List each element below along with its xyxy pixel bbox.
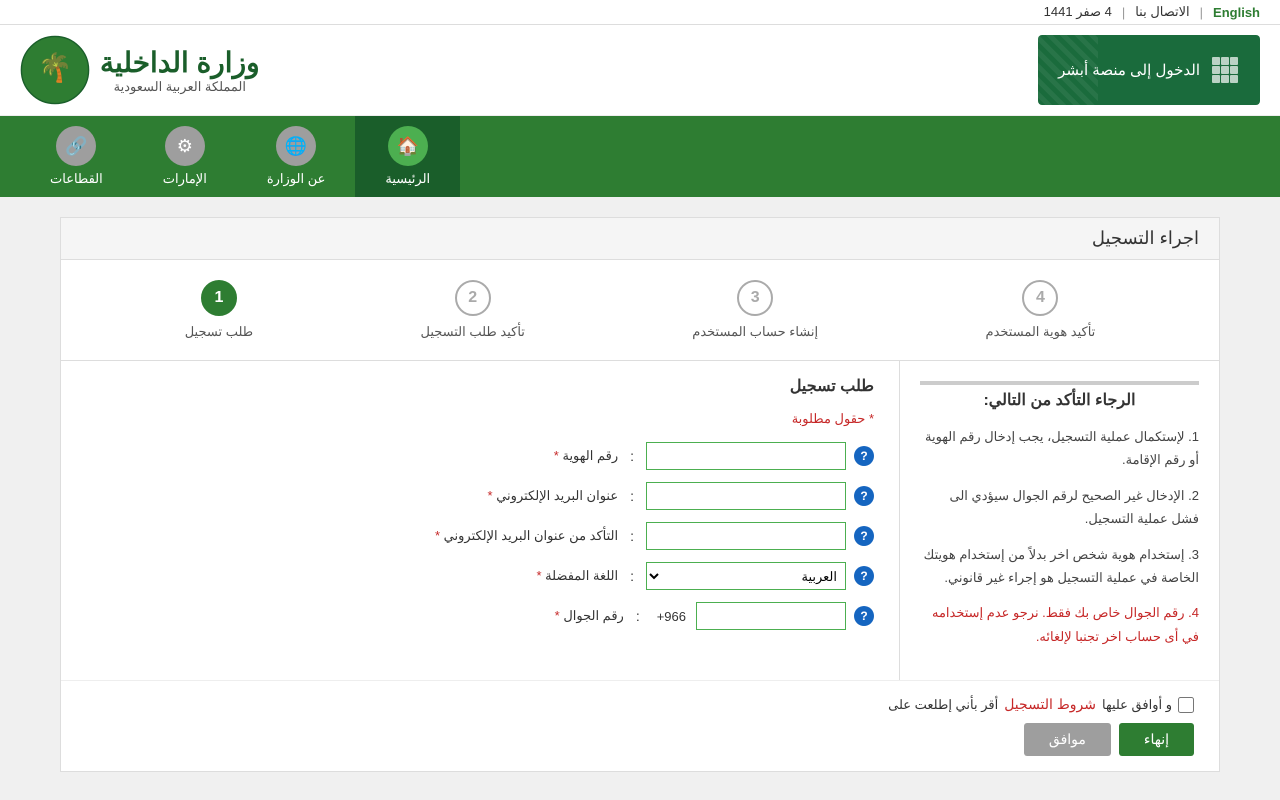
step-3: 3 إنشاء حساب المستخدم (692, 280, 818, 340)
form-section-title: طلب تسجيل (86, 376, 874, 396)
email-input[interactable] (646, 482, 846, 510)
language-info-icon[interactable]: ? (854, 566, 874, 586)
nav-label-emirates: الإمارات (163, 171, 207, 187)
step-4: 4 تأكيد هوية المستخدم (986, 280, 1096, 340)
date-label: 4 صفر 1441 (1044, 4, 1112, 20)
email-confirm-info-icon[interactable]: ? (854, 526, 874, 546)
absher-text: الدخول إلى منصة أبشر (1058, 61, 1200, 79)
step-2-circle: 2 (455, 280, 491, 316)
email-confirm-input[interactable] (646, 522, 846, 550)
terms-checkbox[interactable] (1178, 697, 1194, 713)
email-colon: : (626, 488, 638, 504)
step-2-label: تأكيد طلب التسجيل (421, 324, 525, 340)
id-number-label: رقم الهوية * (418, 448, 618, 464)
about-icon: 🌐 (276, 126, 316, 166)
contact-label: الاتصال بنا (1135, 4, 1189, 20)
instructions-list: 1. لإستكمال عملية التسجيل، يجب إدخال رقم… (920, 425, 1199, 648)
step-3-label: إنشاء حساب المستخدم (692, 324, 818, 340)
instructions-panel: الرجاء التأكد من التالي: 1. لإستكمال عمل… (899, 361, 1219, 680)
separator-2: | (1122, 5, 1125, 20)
required-asterisk: * (865, 411, 874, 426)
language-row: ? العربية English : اللغة المفضلة * (86, 562, 874, 590)
step-2: 2 تأكيد طلب التسجيل (421, 280, 525, 340)
terms-text-before: أقر بأني إطلعت على (888, 697, 998, 713)
approve-button[interactable]: موافق (1024, 723, 1111, 756)
step-3-circle: 3 (737, 280, 773, 316)
nav-bar: 🏠 الرئيسية 🌐 عن الوزارة ⚙ الإمارات 🔗 الق… (0, 116, 1280, 197)
id-number-row: ? : رقم الهوية * (86, 442, 874, 470)
step-1-label: طلب تسجيل (185, 324, 253, 340)
required-note-text: حقول مطلوبة (792, 411, 866, 426)
instruction-1: 1. لإستكمال عملية التسجيل، يجب إدخال رقم… (920, 425, 1199, 472)
id-number-input[interactable] (646, 442, 846, 470)
phone-prefix: +966 (652, 609, 691, 624)
nav-label-about: عن الوزارة (267, 171, 326, 187)
svg-text:🌴: 🌴 (38, 51, 73, 84)
logo-title: وزارة الداخلية (100, 46, 260, 79)
terms-text-after: و أوافق عليها (1102, 697, 1172, 713)
page-title: اجراء التسجيل (1092, 228, 1199, 248)
finish-button[interactable]: إنهاء (1119, 723, 1194, 756)
email-info-icon[interactable]: ? (854, 486, 874, 506)
nav-label-home: الرئيسية (385, 171, 430, 187)
absher-icon (1210, 55, 1240, 85)
top-bar: English | الاتصال بنا | 4 صفر 1441 (0, 0, 1280, 25)
mobile-label: رقم الجوال * (424, 608, 624, 624)
language-select[interactable]: العربية English (646, 562, 846, 590)
mobile-info-icon[interactable]: ? (854, 606, 874, 626)
mobile-input[interactable] (696, 602, 846, 630)
step-1: 1 طلب تسجيل (185, 280, 253, 340)
step-1-circle: 1 (201, 280, 237, 316)
step-4-circle: 4 (1022, 280, 1058, 316)
emirates-icon: ⚙ (165, 126, 205, 166)
nav-item-sectors[interactable]: 🔗 القطاعات (20, 116, 133, 197)
page-title-bar: اجراء التسجيل (61, 218, 1219, 260)
nav-label-sectors: القطاعات (50, 171, 103, 187)
nav-item-about[interactable]: 🌐 عن الوزارة (237, 116, 356, 197)
language-colon: : (626, 568, 638, 584)
mobile-colon: : (632, 608, 644, 624)
form-area: الرجاء التأكد من التالي: 1. لإستكمال عمل… (61, 361, 1219, 680)
mobile-row: ? +966 : رقم الجوال * (86, 602, 874, 630)
divider (920, 381, 1199, 385)
id-info-icon[interactable]: ? (854, 446, 874, 466)
email-label: عنوان البريد الإلكتروني * (418, 488, 618, 504)
english-link[interactable]: English (1213, 5, 1260, 20)
step-4-label: تأكيد هوية المستخدم (986, 324, 1096, 340)
separator-1: | (1200, 5, 1203, 20)
sectors-icon: 🔗 (56, 126, 96, 166)
terms-link[interactable]: شروط التسجيل (1004, 696, 1096, 713)
form-panel: طلب تسجيل * حقول مطلوبة ? : رقم الهوية *… (61, 361, 899, 680)
home-icon: 🏠 (388, 126, 428, 166)
absher-banner[interactable]: الدخول إلى منصة أبشر (1038, 35, 1260, 105)
instruction-3: 3. إستخدام هوية شخص اخر بدلاً من إستخدام… (920, 543, 1199, 590)
nav-item-emirates[interactable]: ⚙ الإمارات (133, 116, 237, 197)
email-confirm-colon: : (626, 528, 638, 544)
email-row: ? : عنوان البريد الإلكتروني * (86, 482, 874, 510)
saudi-emblem: 🌴 (20, 35, 90, 105)
instructions-title: الرجاء التأكد من التالي: (920, 390, 1199, 410)
language-label: اللغة المفضلة * (418, 568, 618, 584)
buttons-row: موافق إنهاء (86, 723, 1194, 756)
nav-item-home[interactable]: 🏠 الرئيسية (355, 116, 460, 197)
form-footer: و أوافق عليها شروط التسجيل أقر بأني إطلع… (61, 680, 1219, 771)
main-content: اجراء التسجيل 4 تأكيد هوية المستخدم 3 إن… (60, 217, 1220, 772)
logo-subtitle: المملكة العربية السعودية (100, 79, 260, 95)
instruction-4: 4. رقم الجوال خاص بك فقط. نرجو عدم إستخد… (920, 601, 1199, 648)
phone-row: +966 (652, 602, 846, 630)
required-note: * حقول مطلوبة (86, 411, 874, 427)
header: الدخول إلى منصة أبشر وزارة الداخلية المم… (0, 25, 1280, 116)
email-confirm-row: ? : التأكد من عنوان البريد الإلكتروني * (86, 522, 874, 550)
terms-row: و أوافق عليها شروط التسجيل أقر بأني إطلع… (86, 696, 1194, 713)
logo-text: وزارة الداخلية المملكة العربية السعودية (100, 46, 260, 95)
steps-bar: 4 تأكيد هوية المستخدم 3 إنشاء حساب المست… (61, 260, 1219, 361)
email-confirm-label: التأكد من عنوان البريد الإلكتروني * (418, 528, 618, 544)
instruction-2: 2. الإدخال غير الصحيح لرقم الجوال سيؤدي … (920, 484, 1199, 531)
id-colon: : (626, 448, 638, 464)
logo-area: وزارة الداخلية المملكة العربية السعودية … (20, 35, 260, 105)
